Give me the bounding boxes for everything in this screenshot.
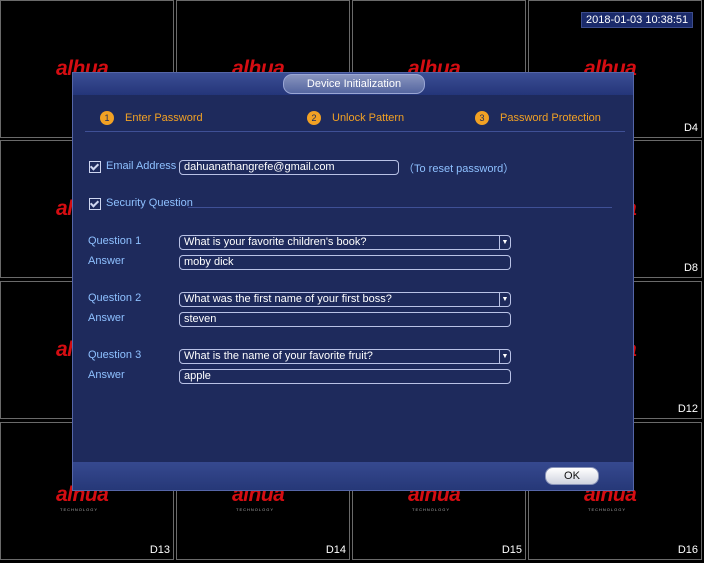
email-field[interactable]: dahuanathangrefe@gmail.com (179, 160, 399, 175)
step-enter-password: 1 Enter Password (100, 111, 203, 125)
chevron-down-icon[interactable]: ▼ (499, 293, 510, 306)
step-unlock-pattern: 2 Unlock Pattern (307, 111, 404, 125)
channel-label: D14 (325, 544, 346, 556)
question-1-label: Question 1 (88, 235, 142, 247)
answer-3-field[interactable]: apple (179, 369, 511, 384)
ok-button[interactable]: OK (545, 467, 599, 485)
security-question-checkbox[interactable] (89, 198, 101, 210)
dialog-title: Device Initialization (283, 74, 425, 94)
question-2-value: What was the first name of your first bo… (184, 293, 392, 305)
answer-1-label: Answer (88, 255, 125, 267)
step-number-icon: 1 (100, 111, 114, 125)
chevron-down-icon[interactable]: ▼ (499, 236, 510, 249)
step-password-protection: 3 Password Protection (475, 111, 601, 125)
step-number-icon: 3 (475, 111, 489, 125)
security-question-label: Security Question (106, 197, 193, 209)
question-3-label: Question 3 (88, 349, 142, 361)
answer-3-label: Answer (88, 369, 125, 381)
step-label: Unlock Pattern (332, 112, 405, 124)
divider (85, 131, 625, 132)
device-initialization-dialog: Device Initialization 1 Enter Password 2… (72, 72, 634, 491)
email-checkbox[interactable] (89, 161, 101, 173)
question-1-value: What is your favorite children's book? (184, 236, 367, 248)
step-label: Password Protection (500, 112, 601, 124)
datetime-display: 2018-01-03 10:38:51 (581, 12, 694, 28)
question-3-value: What is the name of your favorite fruit? (184, 350, 373, 362)
email-hint: （To reset password） (403, 163, 515, 175)
answer-2-label: Answer (88, 312, 125, 324)
channel-label: D12 (677, 403, 698, 415)
dialog-titlebar[interactable]: Device Initialization (73, 73, 633, 95)
question-2-select[interactable]: What was the first name of your first bo… (179, 292, 511, 307)
answer-2-field[interactable]: steven (179, 312, 511, 327)
step-number-icon: 2 (307, 111, 321, 125)
dialog-footer: OK (73, 462, 633, 490)
question-1-select[interactable]: What is your favorite children's book? ▼ (179, 235, 511, 250)
wizard-steps: 1 Enter Password 2 Unlock Pattern 3 Pass… (73, 103, 633, 133)
channel-label: D8 (683, 262, 698, 274)
answer-1-field[interactable]: moby dick (179, 255, 511, 270)
channel-label: D4 (683, 122, 698, 134)
step-label: Enter Password (125, 112, 203, 124)
divider (188, 207, 612, 208)
email-label: Email Address (106, 160, 177, 172)
question-3-select[interactable]: What is the name of your favorite fruit?… (179, 349, 511, 364)
channel-label: D13 (149, 544, 170, 556)
chevron-down-icon[interactable]: ▼ (499, 350, 510, 363)
channel-label: D15 (501, 544, 522, 556)
question-2-label: Question 2 (88, 292, 142, 304)
channel-label: D16 (677, 544, 698, 556)
